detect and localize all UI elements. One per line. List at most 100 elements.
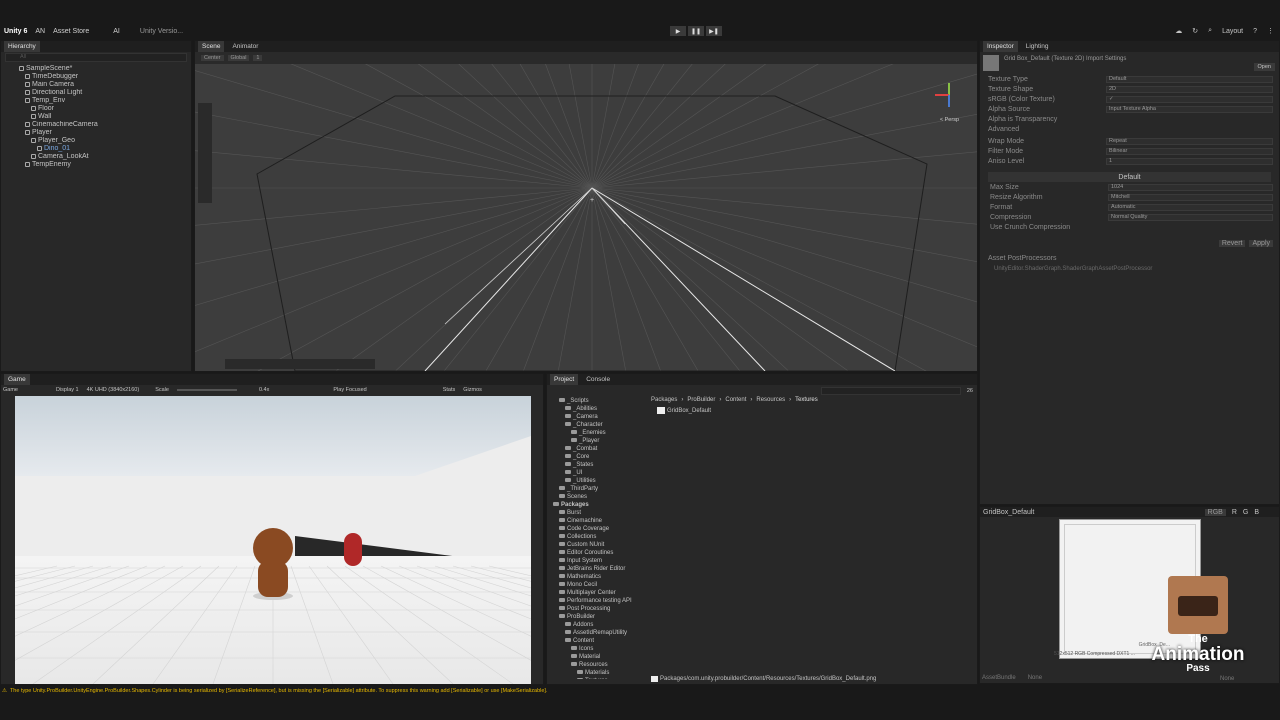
asset-item[interactable]: GridBox_Default — [657, 407, 711, 414]
property-value[interactable]: 1 — [1106, 157, 1273, 165]
channel-rgb[interactable]: RGB — [1204, 508, 1226, 516]
breadcrumb-item[interactable]: Packages — [651, 397, 677, 405]
project-folder-item[interactable]: AssetIdRemapUtility — [553, 629, 645, 637]
project-folder-item[interactable]: Mathematics — [553, 573, 645, 581]
tab-console[interactable]: Console — [582, 374, 614, 385]
project-folder-item[interactable]: _Abilities — [553, 405, 645, 413]
help-icon[interactable]: ? — [1253, 28, 1257, 35]
hierarchy-item[interactable]: Player_Geo — [1, 137, 191, 145]
play-mode-dropdown[interactable]: Play Focused — [333, 387, 366, 393]
project-folder-item[interactable]: _Utilities — [553, 477, 645, 485]
project-folder-item[interactable]: Material — [553, 653, 645, 661]
property-value[interactable]: 1024 — [1108, 183, 1273, 191]
status-bar[interactable]: ⚠ The type Unity.ProBuilder.UnityEngine.… — [0, 686, 1280, 696]
layout-dropdown[interactable]: Layout — [1222, 28, 1243, 35]
project-folder-item[interactable]: _Character — [553, 421, 645, 429]
project-folder-item[interactable]: Post Processing — [553, 605, 645, 613]
project-folder-item[interactable]: Resources — [553, 661, 645, 669]
grid-snap-value[interactable]: 1 — [253, 55, 263, 61]
asset-postprocessors-foldout[interactable]: Asset PostProcessors — [980, 247, 1279, 262]
tab-hierarchy[interactable]: Hierarchy — [4, 41, 40, 52]
game-viewport[interactable] — [15, 396, 531, 684]
property-value[interactable]: ✓ — [1106, 95, 1273, 103]
project-folder-item[interactable]: Materials — [553, 669, 645, 677]
tab-inspector[interactable]: Inspector — [983, 41, 1018, 52]
project-folder-item[interactable]: _UI — [553, 469, 645, 477]
scale-slider[interactable] — [176, 389, 237, 391]
hierarchy-item[interactable]: Directional Light — [1, 89, 191, 97]
space-dropdown[interactable]: Global — [227, 55, 250, 61]
channel-g[interactable]: G — [1243, 509, 1248, 516]
project-folder-item[interactable]: Collections — [553, 533, 645, 541]
property-value[interactable]: Input Texture Alpha — [1106, 105, 1273, 113]
project-folder-item[interactable]: _Combat — [553, 445, 645, 453]
persp-label[interactable]: < Persp — [940, 117, 959, 123]
hierarchy-item[interactable]: Temp_Env — [1, 97, 191, 105]
open-button[interactable]: Open — [1253, 63, 1275, 71]
property-value[interactable] — [1108, 224, 1273, 231]
project-folder-item[interactable]: Custom NUnit — [553, 541, 645, 549]
unity-logo[interactable]: Unity 6 — [4, 28, 27, 35]
project-folder-item[interactable]: Scenes — [553, 493, 645, 501]
account-button[interactable]: AN — [35, 28, 45, 35]
hierarchy-search[interactable]: All — [5, 53, 187, 62]
tab-game[interactable]: Game — [4, 374, 30, 385]
breadcrumb-item[interactable]: Resources — [756, 397, 785, 405]
project-folder-item[interactable]: Editor Coroutines — [553, 549, 645, 557]
advanced-foldout[interactable]: Advanced — [980, 124, 1279, 136]
breadcrumb-item[interactable]: Textures — [795, 397, 818, 405]
project-folder-item[interactable]: _Camera — [553, 413, 645, 421]
project-folder-item[interactable]: _Core — [553, 453, 645, 461]
tab-project[interactable]: Project — [550, 374, 579, 385]
project-folder-item[interactable]: _Player — [553, 437, 645, 445]
project-folder-item[interactable]: Code Coverage — [553, 525, 645, 533]
hierarchy-item[interactable]: SampleScene* — [1, 65, 191, 73]
project-folder-item[interactable]: Multiplayer Center — [553, 589, 645, 597]
project-folder-item[interactable]: Addons — [553, 621, 645, 629]
project-folder-item[interactable]: Packages — [553, 501, 645, 509]
project-folder-item[interactable]: Textures — [553, 677, 645, 679]
property-value[interactable]: Default — [1106, 75, 1273, 83]
menu-icon[interactable]: ⋮ — [1267, 27, 1274, 35]
property-value[interactable]: Normal Quality — [1108, 213, 1273, 221]
apply-button[interactable]: Apply — [1249, 240, 1273, 247]
hierarchy-item[interactable]: Dino_01 — [1, 145, 191, 153]
hierarchy-item[interactable]: TempEnemy — [1, 161, 191, 169]
property-value[interactable]: Repeat — [1106, 137, 1273, 145]
property-value[interactable]: 2D — [1106, 85, 1273, 93]
hierarchy-item[interactable]: CinemachineCamera — [1, 121, 191, 129]
project-folder-item[interactable]: _States — [553, 461, 645, 469]
channel-r[interactable]: R — [1232, 509, 1237, 516]
revert-button[interactable]: Revert — [1218, 240, 1246, 247]
project-folder-item[interactable]: Mono Cecil — [553, 581, 645, 589]
history-icon[interactable]: ↻ — [1192, 27, 1198, 35]
hierarchy-item[interactable]: Main Camera — [1, 81, 191, 89]
project-folder-item[interactable]: _Scripts — [553, 397, 645, 405]
search-icon[interactable]: ⌕ — [1208, 27, 1212, 35]
hierarchy-item[interactable]: Floor — [1, 105, 191, 113]
project-folder-item[interactable]: Content — [553, 637, 645, 645]
stats-button[interactable]: Stats — [443, 387, 456, 393]
tab-animator[interactable]: Animator — [228, 41, 262, 52]
game-mode-dropdown[interactable]: Game — [3, 387, 18, 393]
project-folder-item[interactable]: _ThirdParty — [553, 485, 645, 493]
asset-store-button[interactable]: Asset Store — [53, 28, 89, 35]
project-folder-item[interactable]: Input System — [553, 557, 645, 565]
display-dropdown[interactable]: Display 1 — [56, 387, 79, 393]
pivot-dropdown[interactable]: Center — [201, 55, 224, 61]
play-button[interactable]: ▶ — [670, 26, 686, 36]
project-folder-item[interactable]: JetBrains Rider Editor — [553, 565, 645, 573]
property-value[interactable]: Bilinear — [1106, 147, 1273, 155]
hierarchy-item[interactable]: Camera_LookAt — [1, 153, 191, 161]
property-value[interactable] — [1106, 116, 1273, 123]
gizmos-button[interactable]: Gizmos — [463, 387, 482, 393]
version-control-button[interactable]: Unity Versio... — [140, 28, 183, 35]
hierarchy-item[interactable]: TimeDebugger — [1, 73, 191, 81]
project-search-input[interactable] — [820, 386, 961, 395]
tab-lighting[interactable]: Lighting — [1022, 41, 1053, 52]
pause-button[interactable]: ❚❚ — [688, 26, 704, 36]
property-value[interactable]: Mitchell — [1108, 193, 1273, 201]
scene-gizmo[interactable] — [935, 81, 965, 111]
scene-viewport[interactable]: + — [195, 64, 977, 371]
project-folder-item[interactable]: Icons — [553, 645, 645, 653]
